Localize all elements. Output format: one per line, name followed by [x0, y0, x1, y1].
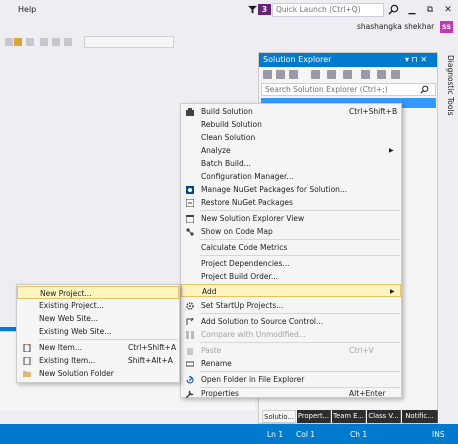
menu-item-open-folder-in-explorer[interactable]: Open Folder in File Explorer [181, 373, 401, 386]
menu-item-compare-unmodified[interactable]: Compare with Unmodified... [181, 328, 401, 341]
restore-button[interactable]: ⧉ [423, 3, 437, 17]
new-item-icon [23, 344, 31, 352]
menu-item-calculate-code-metrics[interactable]: Calculate Code Metrics [181, 241, 401, 254]
source-control-icon [186, 318, 194, 325]
status-mode: INS [432, 430, 445, 439]
menu-item-show-on-code-map[interactable]: Show on Code Map [181, 225, 401, 238]
menu-item-rename[interactable]: Rename [181, 357, 401, 370]
menu-separator [200, 255, 400, 256]
menu-item-add[interactable]: Add ▶ [181, 284, 401, 297]
menu-item-project-dependencies[interactable]: Project Dependencies... [181, 257, 401, 270]
paste-toolbar-icon[interactable] [52, 38, 60, 46]
folder-icon [23, 371, 31, 377]
menu-item-rebuild-solution[interactable]: Rebuild Solution [181, 118, 401, 131]
tab-class-view[interactable]: Class V... [367, 410, 401, 423]
menu-separator [200, 371, 400, 372]
paste-icon [187, 348, 193, 355]
gear-icon [186, 302, 194, 310]
tab-team-explorer[interactable]: Team E... [332, 410, 366, 423]
undo-icon[interactable] [64, 38, 72, 46]
diagnostic-tools-tab[interactable]: Diagnostic Tools [441, 55, 455, 155]
menu-item-new-solution-explorer-view[interactable]: New Solution Explorer View [181, 212, 401, 225]
menu-separator [200, 313, 400, 314]
configuration-dropdown[interactable] [84, 36, 174, 48]
quick-launch-input[interactable]: Quick Launch (Ctrl+Q) [272, 3, 384, 17]
status-line: Ln 1 [267, 430, 284, 439]
menu-item-configuration-manager[interactable]: Configuration Manager... [181, 170, 401, 183]
open-file-icon[interactable] [14, 38, 22, 46]
user-name[interactable]: shashangka shekhar [357, 22, 434, 31]
view-icon[interactable] [391, 70, 400, 79]
menu-separator [200, 239, 400, 240]
restore-icon [186, 199, 194, 207]
status-column: Col 1 [296, 430, 316, 439]
close-button[interactable]: ✕ [441, 3, 455, 17]
tab-notifications[interactable]: Notific... [402, 410, 438, 423]
menu-separator [200, 342, 400, 343]
notification-badge[interactable]: 3 [258, 4, 271, 15]
filter-icon[interactable] [248, 5, 257, 14]
menu-item-build-solution[interactable]: Build Solution Ctrl+Shift+B [181, 105, 401, 118]
submenu-item-new-project[interactable]: New Project... [17, 286, 179, 299]
menu-separator [38, 339, 178, 340]
menu-item-manage-nuget[interactable]: Manage NuGet Packages for Solution... [181, 183, 401, 196]
menu-item-properties[interactable]: Properties Alt+Enter [181, 387, 401, 400]
menu-separator [200, 210, 400, 211]
existing-item-icon [23, 357, 31, 365]
menu-item-restore-nuget[interactable]: Restore NuGet Packages [181, 196, 401, 209]
build-icon [186, 108, 194, 116]
menu-help[interactable]: Help [18, 5, 36, 14]
solution-explorer-search-input[interactable]: Search Solution Explorer (Ctrl+;) [261, 83, 436, 96]
submenu-item-existing-web-site[interactable]: Existing Web Site... [17, 325, 179, 338]
collapse-all-icon[interactable] [343, 70, 352, 79]
compare-icon [186, 331, 194, 339]
submenu-arrow-icon: ▶ [389, 147, 394, 154]
new-view-icon [186, 215, 194, 223]
avatar[interactable]: SS [440, 21, 453, 33]
copy-icon[interactable] [40, 38, 48, 46]
status-char: Ch 1 [350, 430, 368, 439]
code-map-icon [186, 228, 194, 236]
minimize-button[interactable]: ▁ [405, 3, 419, 17]
menu-item-set-startup-projects[interactable]: Set StartUp Projects... [181, 299, 401, 312]
submenu-item-existing-project[interactable]: Existing Project... [17, 299, 179, 312]
refresh-icon[interactable] [327, 70, 336, 79]
menu-item-batch-build[interactable]: Batch Build... [181, 157, 401, 170]
forward-icon[interactable] [276, 70, 285, 79]
toolbar-grip-icon [5, 38, 13, 46]
menu-item-clean-solution[interactable]: Clean Solution [181, 131, 401, 144]
submenu-item-existing-item[interactable]: Existing Item... Shift+Alt+A [17, 354, 179, 367]
submenu-item-new-web-site[interactable]: New Web Site... [17, 312, 179, 325]
submenu-item-new-solution-folder[interactable]: New Solution Folder [17, 367, 179, 380]
nuget-icon [186, 186, 194, 194]
sync-icon[interactable] [311, 70, 320, 79]
properties-icon[interactable] [361, 70, 370, 79]
wrench-icon [186, 390, 194, 398]
status-bar [0, 424, 458, 444]
search-icon[interactable] [388, 4, 399, 15]
open-folder-icon [186, 376, 194, 384]
home-icon[interactable] [289, 70, 298, 79]
menu-item-analyze[interactable]: Analyze ▶ [181, 144, 401, 157]
tab-properties[interactable]: Propert... [297, 410, 331, 423]
tab-solution-explorer[interactable]: Solutio... [262, 410, 296, 423]
rename-icon [186, 361, 194, 367]
pending-changes-icon[interactable] [377, 70, 386, 79]
panel-window-buttons[interactable]: ▾ ⊓ ✕ [405, 53, 427, 67]
back-icon[interactable] [263, 70, 272, 79]
dropdown-icon[interactable] [26, 38, 34, 46]
menu-item-add-to-source-control[interactable]: Add Solution to Source Control... [181, 315, 401, 328]
submenu-item-new-item[interactable]: New Item... Ctrl+Shift+A [17, 341, 179, 354]
menu-item-paste[interactable]: Paste Ctrl+V [181, 344, 401, 357]
menu-item-project-build-order[interactable]: Project Build Order... [181, 270, 401, 283]
submenu-arrow-icon: ▶ [390, 288, 395, 295]
search-icon[interactable] [420, 85, 429, 94]
